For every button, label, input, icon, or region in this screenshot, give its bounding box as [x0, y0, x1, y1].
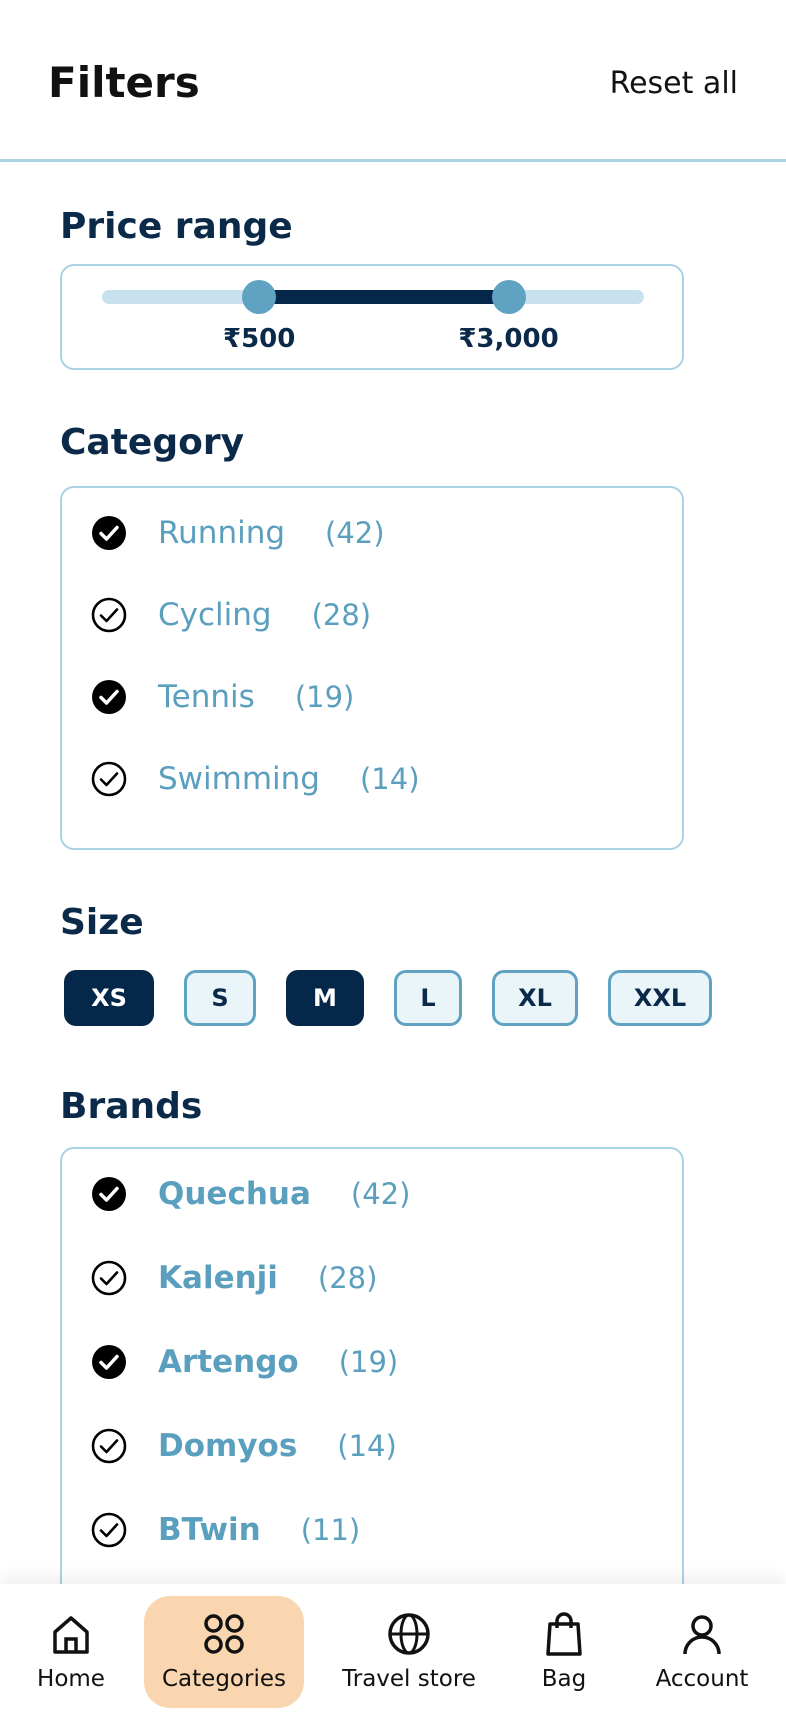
nav-label: Account: [655, 1666, 749, 1692]
category-box: Running (42) Cycling (28) Tennis (19) Sw…: [60, 486, 684, 850]
reset-all-button[interactable]: Reset all: [610, 66, 738, 101]
checkbox-icon[interactable]: [90, 1343, 128, 1381]
price-min-label: ₹500: [222, 324, 296, 354]
brand-item-domyos[interactable]: Domyos (14): [90, 1421, 397, 1471]
nav-account[interactable]: Account: [646, 1596, 758, 1708]
nav-bag[interactable]: Bag: [524, 1596, 604, 1708]
checkbox-icon[interactable]: [90, 1427, 128, 1465]
price-slider-track[interactable]: [102, 280, 644, 314]
brand-item-artengo[interactable]: Artengo (19): [90, 1337, 398, 1387]
category-count: (42): [325, 516, 385, 550]
nav-label: Bag: [541, 1666, 587, 1692]
brand-count: (19): [338, 1345, 399, 1379]
bottom-nav: Home Categories Travel store Bag Account: [0, 1584, 786, 1728]
globe-icon: [388, 1613, 430, 1655]
category-label: Running: [158, 515, 286, 551]
category-count: (14): [359, 762, 420, 796]
brand-count: (11): [300, 1513, 361, 1547]
nav-home[interactable]: Home: [22, 1596, 120, 1708]
category-label: Swimming: [158, 761, 320, 797]
nav-travel-store[interactable]: Travel store: [336, 1596, 482, 1708]
checkbox-icon[interactable]: [90, 678, 128, 716]
brand-label: Kalenji: [158, 1260, 278, 1296]
category-item-cycling[interactable]: Cycling (28): [90, 590, 371, 640]
brand-label: BTwin: [158, 1512, 261, 1548]
brand-count: (14): [337, 1429, 397, 1463]
category-count: (19): [294, 680, 355, 714]
brand-label: Quechua: [158, 1176, 311, 1212]
page-title: Filters: [48, 58, 200, 107]
category-title: Category: [60, 422, 245, 463]
checkbox-icon[interactable]: [90, 1259, 128, 1297]
checkbox-icon[interactable]: [90, 596, 128, 634]
brand-count: (42): [350, 1177, 411, 1211]
categories-icon: [204, 1614, 244, 1654]
bag-icon: [546, 1612, 582, 1656]
brand-item-kalenji[interactable]: Kalenji (28): [90, 1253, 377, 1303]
category-item-swimming[interactable]: Swimming (14): [90, 754, 420, 804]
size-chip-l[interactable]: L: [394, 970, 462, 1026]
brands-title: Brands: [60, 1086, 203, 1127]
brand-count: (28): [317, 1261, 378, 1295]
nav-categories[interactable]: Categories: [144, 1596, 304, 1708]
price-min-handle[interactable]: [242, 280, 277, 314]
size-chip-xl[interactable]: XL: [492, 970, 578, 1026]
price-range-box: ₹500 ₹3,000: [60, 264, 684, 370]
checkbox-icon[interactable]: [90, 514, 128, 552]
checkbox-icon[interactable]: [90, 760, 128, 798]
checkbox-icon[interactable]: [90, 1511, 128, 1549]
price-max-handle[interactable]: [491, 280, 526, 314]
brand-item-btwin[interactable]: BTwin (11): [90, 1505, 360, 1555]
price-slider-fill: [259, 290, 509, 304]
account-icon: [683, 1615, 721, 1655]
brand-item-quechua[interactable]: Quechua (42): [90, 1169, 410, 1219]
size-title: Size: [60, 902, 144, 943]
filters-header: Filters Reset all: [0, 0, 786, 162]
nav-label: Travel store: [342, 1666, 476, 1692]
home-icon: [53, 1616, 89, 1654]
nav-label: Categories: [162, 1666, 286, 1692]
size-chip-m[interactable]: M: [286, 970, 364, 1026]
price-max-label: ₹3,000: [458, 324, 559, 354]
size-chip-xxl[interactable]: XXL: [608, 970, 712, 1026]
category-item-running[interactable]: Running (42): [90, 508, 385, 558]
brand-label: Domyos: [158, 1428, 298, 1464]
category-label: Tennis: [158, 679, 255, 715]
nav-label: Home: [37, 1666, 105, 1692]
category-item-tennis[interactable]: Tennis (19): [90, 672, 354, 722]
category-count: (28): [311, 598, 372, 632]
checkbox-icon[interactable]: [90, 1175, 128, 1213]
size-chip-s[interactable]: S: [184, 970, 256, 1026]
brand-label: Artengo: [158, 1344, 299, 1380]
price-range-title: Price range: [60, 206, 293, 247]
size-chip-xs[interactable]: XS: [64, 970, 154, 1026]
category-label: Cycling: [158, 597, 272, 633]
